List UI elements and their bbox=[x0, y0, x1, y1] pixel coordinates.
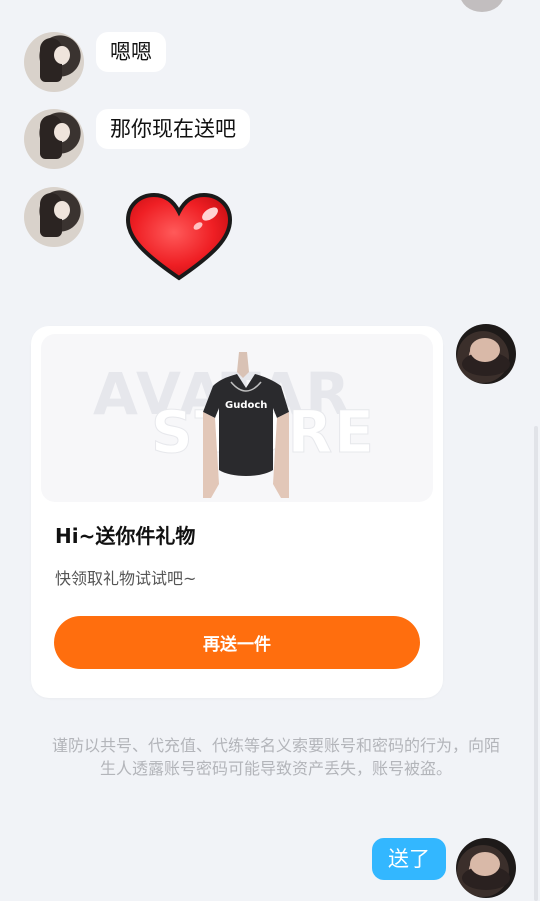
security-warning: 谨防以共号、代充值、代练等名义索要账号和密码的行为，向陌生人透露账号密码可能导致… bbox=[52, 736, 501, 778]
shirt-print-text: Gudoch bbox=[225, 400, 267, 411]
contact-avatar[interactable] bbox=[24, 109, 84, 169]
heart-sticker-icon bbox=[125, 192, 233, 281]
gift-card[interactable]: AVATAR STORE Gudoch Hi~送你件礼物 快领取礼物试试吧~ 再… bbox=[31, 326, 443, 698]
tshirt-icon: Gudoch bbox=[203, 352, 289, 498]
send-another-button[interactable]: 再送一件 bbox=[54, 616, 420, 669]
message-bubble: 嗯嗯 bbox=[96, 32, 166, 72]
my-avatar[interactable] bbox=[456, 838, 516, 898]
sent-message-bubble: 送了 bbox=[372, 838, 446, 880]
contact-avatar[interactable] bbox=[24, 32, 84, 92]
partial-avatar bbox=[460, 0, 504, 12]
message-bubble: 那你现在送吧 bbox=[96, 109, 250, 149]
gift-subtitle: 快领取礼物试试吧~ bbox=[55, 569, 197, 588]
gift-image: AVATAR STORE Gudoch bbox=[41, 334, 433, 502]
contact-avatar[interactable] bbox=[24, 187, 84, 247]
scrollbar[interactable] bbox=[534, 426, 538, 901]
my-avatar[interactable] bbox=[456, 324, 516, 384]
gift-title: Hi~送你件礼物 bbox=[55, 524, 196, 548]
